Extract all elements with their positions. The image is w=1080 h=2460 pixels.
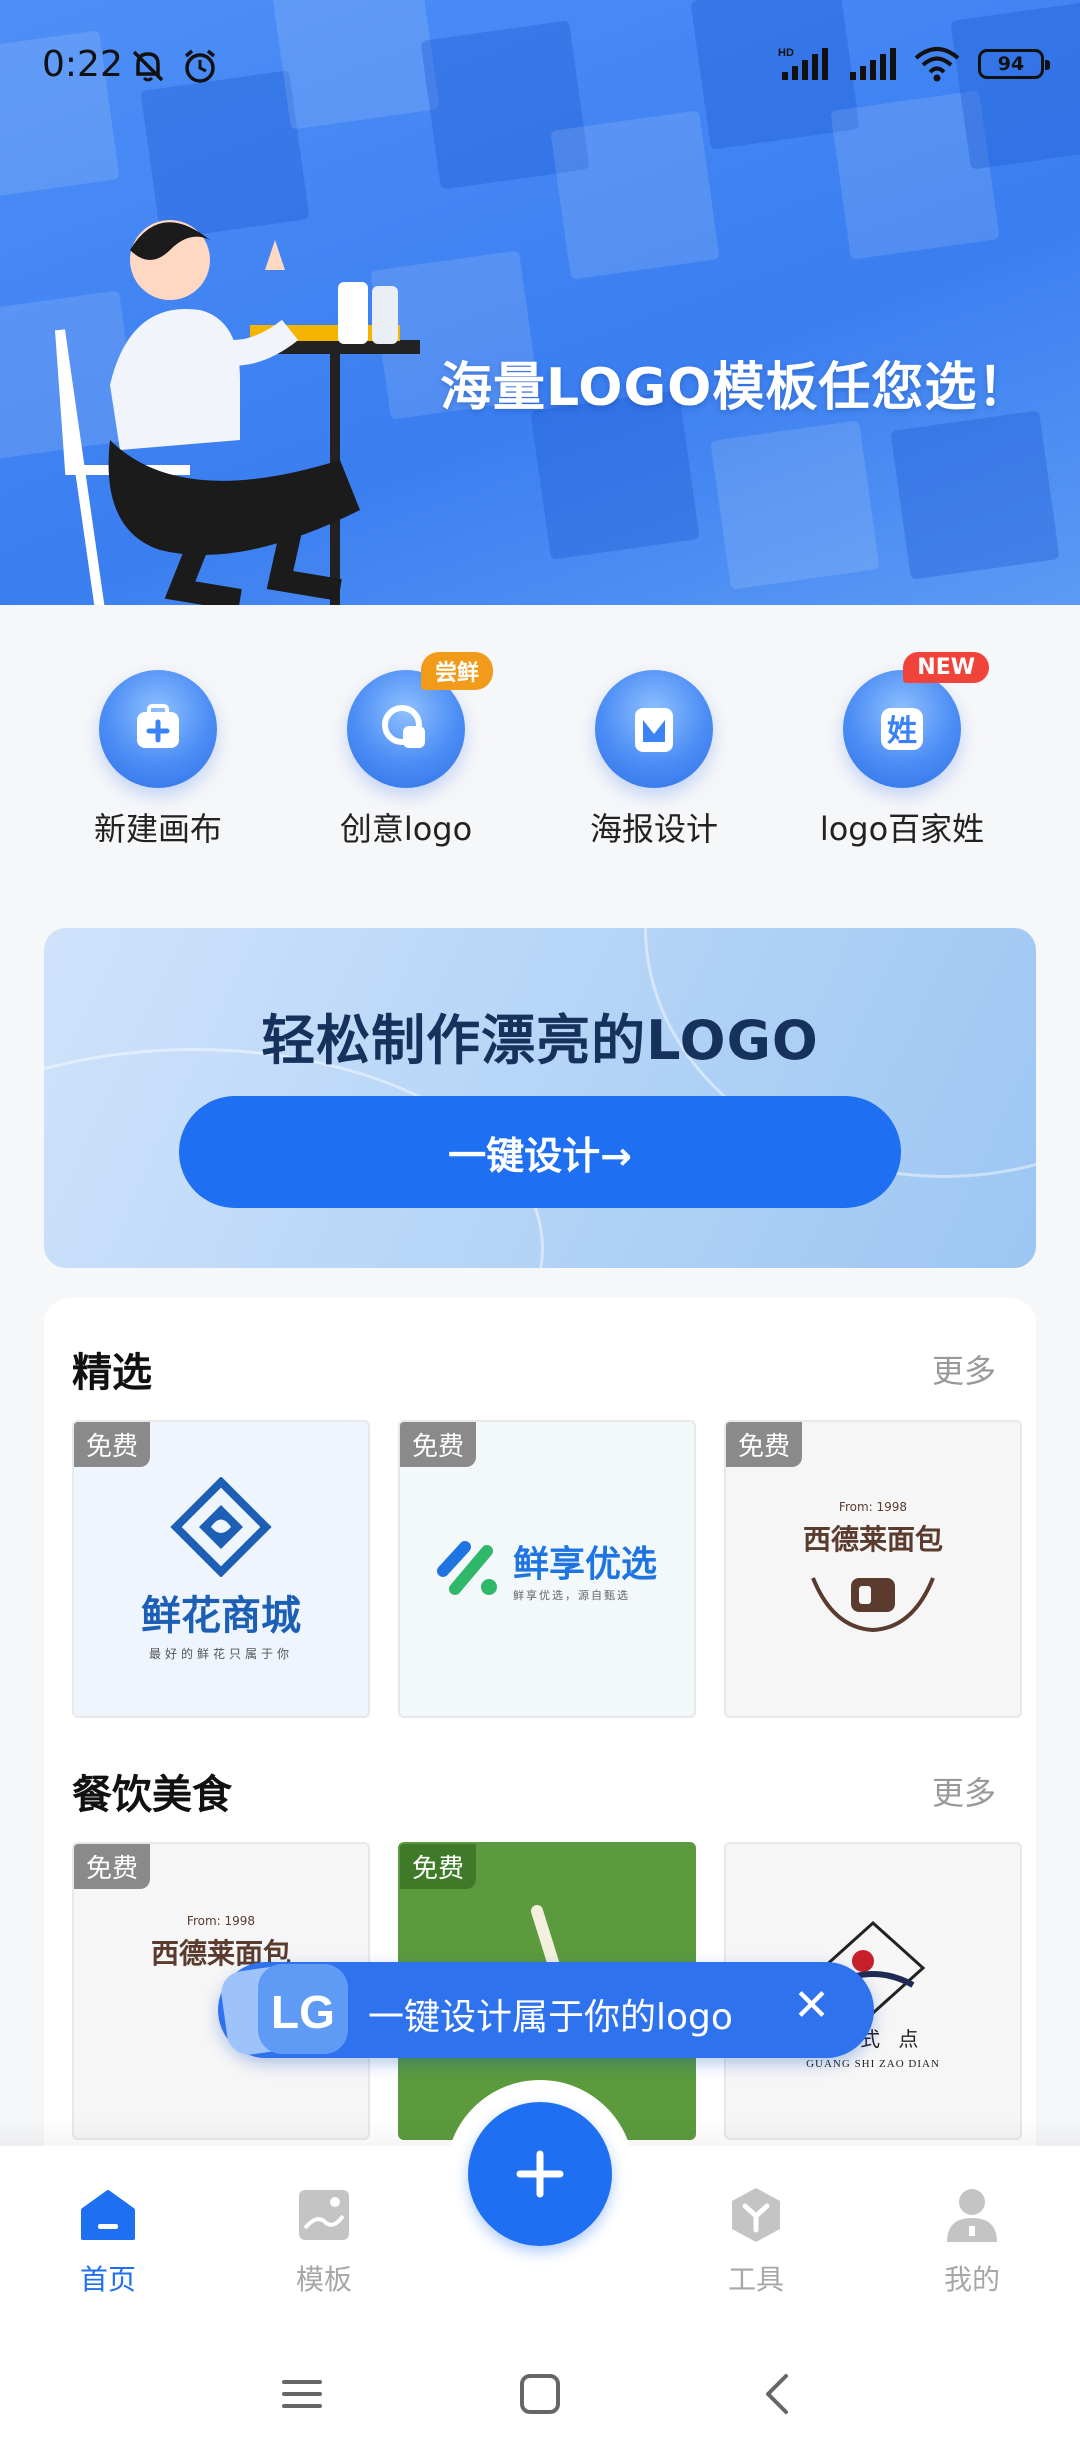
network-label: HD [778,47,794,59]
status-bar: 0:22 HD 94 [0,0,1080,130]
nav-profile[interactable]: 我的 [892,2186,1052,2298]
template-icon [299,2190,349,2240]
system-navigation-bar [0,2356,1080,2436]
tip-text: 一键设计属于你的logo [368,1997,733,2038]
battery-indicator: 94 [978,49,1050,79]
menu-icon[interactable] [280,2372,324,2420]
quick-action-label: 新建画布 [93,810,222,848]
alarm-icon [184,49,216,83]
section-more-link[interactable]: 更多 [932,1768,996,1814]
quick-action-creative-logo[interactable]: 尝鲜 创意logo [286,652,526,850]
plus-icon [516,2150,564,2198]
hero-banner[interactable]: 海量LOGO模板任您选！ 0:22 HD 94 [0,0,1080,605]
card-logo-sub: From: 1998 [186,1914,256,1928]
template-card[interactable]: 免费 From: 1998 西德莱面包 [724,1420,1022,1718]
free-tag: 免费 [726,1422,803,1467]
quick-action-surname-logo[interactable]: 姓 NEW logo百家姓 [782,652,1022,850]
app-screen: 海量LOGO模板任您选！ 0:22 HD 94 新建画布 尝鲜 创意logo 海… [0,0,1080,2460]
one-click-design-button[interactable]: 一键设计→ [179,1096,901,1208]
quick-action-poster-design[interactable]: 海报设计 [534,670,774,850]
quick-action-label: 创意logo [339,810,473,848]
promo-title: 轻松制作漂亮的LOGO [261,1009,819,1072]
free-tag: 免费 [400,1844,477,1889]
close-icon[interactable]: ✕ [793,1980,830,2031]
try-badge: 尝鲜 [420,652,493,690]
section-header: 餐饮美食 更多 [72,1762,1008,1822]
poster-design-icon [595,670,713,788]
hero-title: 海量LOGO模板任您选！ [440,358,1031,418]
design-tip-banner[interactable]: LG 一键设计属于你的logo ✕ [218,1962,874,2058]
create-button[interactable] [468,2102,612,2246]
flower-mall-logo-icon [170,1476,272,1577]
bread-logo-icon [811,1577,935,1633]
app-logo-icon: LG [221,1964,348,2055]
card-logo-name: 鲜享优选 [512,1544,657,1585]
profile-icon [947,2189,997,2242]
surname-logo-icon: 姓 NEW [843,652,989,788]
tools-icon [732,2188,780,2242]
home-icon [81,2190,135,2240]
wifi-icon [914,47,960,82]
template-tile [550,110,720,280]
free-tag: 免费 [74,1422,151,1467]
promo-banner[interactable]: 轻松制作漂亮的LOGO 一键设计→ [44,928,1036,1268]
signal-icon [850,48,896,80]
nav-tools[interactable]: 工具 [676,2186,836,2298]
template-card[interactable]: 免费 鲜花商城 最好的鲜花只属于你 [72,1420,370,1718]
quick-action-label: 海报设计 [589,810,718,848]
nav-templates[interactable]: 模板 [244,2186,404,2298]
mute-bell-icon [132,50,164,82]
bottom-navigation: 首页 模板 工具 我的 [0,2080,1080,2460]
section-title: 餐饮美食 [72,1772,232,1818]
svg-text:LG: LG [271,1986,335,2038]
card-logo-sub: From: 1998 [838,1500,908,1514]
nav-label: 首页 [79,2263,136,2296]
free-tag: 免费 [74,1844,151,1889]
template-tile [710,420,880,590]
quick-action-label: logo百家姓 [819,810,985,848]
nav-label: 工具 [727,2263,784,2296]
nav-home[interactable]: 首页 [28,2186,188,2298]
card-logo-sub: 鲜享优选，源自甄选 [512,1589,630,1602]
signal-hd-icon: HD [778,47,828,80]
designer-illustration [55,220,420,605]
section-title: 精选 [72,1350,152,1396]
home-square-icon[interactable] [518,2372,562,2420]
card-logo-sub: 最好的鲜花只属于你 [148,1646,293,1661]
back-icon[interactable] [756,2372,800,2420]
nav-label: 我的 [943,2263,1000,2296]
card-logo-name: 西德莱面包 [802,1523,943,1556]
template-card[interactable]: 免费 鲜享优选 鲜享优选，源自甄选 [398,1420,696,1718]
creative-logo-icon: 尝鲜 [347,652,493,788]
section-header: 精选 更多 [72,1340,1008,1400]
new-canvas-icon [99,670,217,788]
card-logo-name: 鲜花商城 [141,1592,301,1639]
fresh-select-logo-icon [436,1541,497,1595]
card-logo-sub: GUANG SHI ZAO DIAN [806,2057,940,2070]
nav-label: 模板 [295,2263,352,2296]
svg-text:姓: 姓 [887,714,917,749]
template-tile [890,410,1060,580]
new-badge: NEW [903,652,989,683]
quick-action-new-canvas[interactable]: 新建画布 [38,670,278,850]
section-more-link[interactable]: 更多 [932,1346,996,1392]
quick-actions: 新建画布 尝鲜 创意logo 海报设计 姓 NEW logo百家姓 [0,652,1080,870]
free-tag: 免费 [400,1422,477,1467]
status-time: 0:22 [42,44,123,85]
